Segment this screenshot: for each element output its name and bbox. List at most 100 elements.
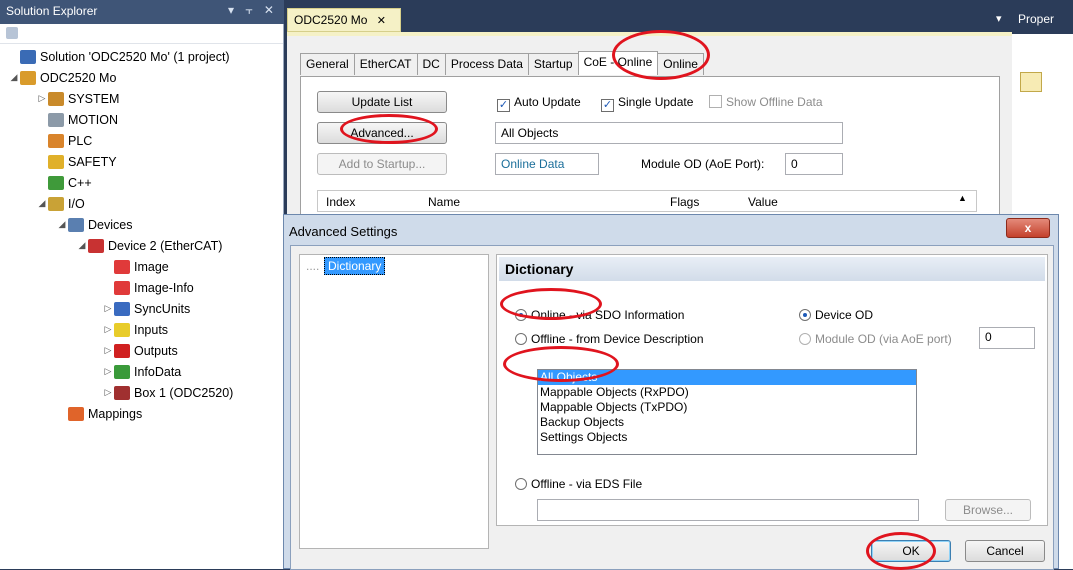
tree-item[interactable]: PLC (36, 130, 92, 151)
expander-icon[interactable]: ▷ (102, 366, 114, 377)
eds-file-field[interactable] (537, 499, 919, 521)
offline-description-radio[interactable]: Offline - from Device Description (515, 332, 704, 346)
dialog-close-button[interactable]: x (1006, 218, 1050, 238)
advanced-settings-dialog: Advanced Settings x .... Dictionary Dict… (283, 214, 1059, 570)
node-icon (114, 385, 130, 400)
expander-icon[interactable]: ▷ (102, 303, 114, 314)
highlight-oval (503, 346, 619, 382)
tree-item[interactable]: Mappings (56, 403, 142, 424)
tree-item[interactable]: ▷ InfoData (102, 361, 181, 382)
auto-update-label: Auto Update (514, 95, 581, 109)
grid-header-flags[interactable]: Flags (670, 195, 699, 209)
show-offline-checkbox[interactable]: Show Offline Data (709, 95, 823, 109)
solution-explorer-header: Solution Explorer ▾ ⫟ ✕ (0, 0, 284, 24)
node-icon (114, 301, 130, 316)
tree-item[interactable]: ▷ SyncUnits (102, 298, 190, 319)
expander-icon[interactable]: ◢ (56, 219, 68, 230)
module-od-field[interactable]: 0 (785, 153, 843, 175)
device-od-radio[interactable]: Device OD (799, 308, 873, 322)
expander-icon[interactable]: ◢ (76, 240, 88, 251)
expander-icon[interactable]: ▷ (102, 324, 114, 335)
highlight-oval (612, 30, 710, 80)
document-tab[interactable]: ODC2520 Mo ✕ (287, 8, 401, 32)
categorized-icon[interactable] (1020, 72, 1042, 92)
tree-line: .... (306, 259, 320, 273)
tab-dc[interactable]: DC (416, 53, 446, 75)
browse-button[interactable]: Browse... (945, 499, 1031, 521)
tree-item-label: SAFETY (68, 154, 117, 169)
tree-item[interactable]: ▷ Outputs (102, 340, 178, 361)
node-icon (48, 112, 64, 127)
dialog-title: Advanced Settings (289, 224, 398, 239)
module-od-label: Module OD (AoE Port): (641, 157, 765, 171)
tab-ethercat[interactable]: EtherCAT (353, 53, 418, 75)
tree-item[interactable]: SAFETY (36, 151, 117, 172)
properties-icon[interactable] (6, 27, 18, 39)
module-od-radio[interactable]: Module OD (via AoE port) (799, 332, 952, 346)
tree-item[interactable]: ◢ ODC2520 Mo (8, 67, 116, 88)
node-icon (114, 364, 130, 379)
tree-item-label: SYSTEM (68, 91, 120, 106)
tree-item-label: Device 2 (EtherCAT) (108, 238, 223, 253)
tree-item[interactable]: C++ (36, 172, 92, 193)
node-icon (114, 343, 130, 358)
expander-icon[interactable]: ▷ (102, 345, 114, 356)
node-icon (68, 217, 84, 232)
radio-icon (515, 478, 527, 490)
tree-item[interactable]: Image (102, 256, 169, 277)
single-update-checkbox[interactable]: ✓ Single Update (601, 95, 693, 112)
tab-startup[interactable]: Startup (527, 53, 579, 75)
module-od-port-field[interactable]: 0 (979, 327, 1035, 349)
expander-icon[interactable]: ◢ (36, 198, 48, 209)
offline-eds-label: Offline - via EDS File (531, 477, 643, 491)
objects-field[interactable]: All Objects (495, 122, 843, 144)
tree-item[interactable]: Solution 'ODC2520 Mo' (1 project) (8, 46, 230, 67)
node-icon (48, 175, 64, 190)
object-list[interactable]: All Objects Mappable Objects (RxPDO) Mappa… (537, 369, 917, 455)
expander-icon[interactable]: ▷ (102, 387, 114, 398)
object-list-item[interactable]: Backup Objects (538, 415, 916, 430)
tree-item-dictionary[interactable]: Dictionary (324, 257, 386, 275)
tree-item[interactable]: ▷ Inputs (102, 319, 168, 340)
tab-process-data[interactable]: Process Data (444, 53, 529, 75)
document-dropdown-icon[interactable]: ▾ (996, 12, 1002, 25)
offline-eds-radio[interactable]: Offline - via EDS File (515, 477, 642, 491)
tree-item[interactable]: ▷ Box 1 (ODC2520) (102, 382, 233, 403)
tab-general[interactable]: General (300, 53, 355, 75)
radio-selected-icon (799, 309, 811, 321)
pane-controls[interactable]: ▾ ⫟ ✕ (228, 3, 278, 18)
grid-header-index[interactable]: Index (326, 195, 355, 209)
single-update-label: Single Update (618, 95, 694, 109)
node-icon (114, 259, 130, 274)
tree-item[interactable]: Image-Info (102, 277, 194, 298)
close-icon[interactable]: ✕ (377, 15, 386, 27)
highlight-oval (340, 114, 438, 144)
cancel-button[interactable]: Cancel (965, 540, 1045, 562)
dictionary-section-title: Dictionary (499, 257, 1045, 281)
grid-header-name[interactable]: Name (428, 195, 460, 209)
node-icon (20, 70, 36, 85)
object-list-item[interactable]: Settings Objects (538, 430, 916, 445)
object-list-item[interactable]: Mappable Objects (RxPDO) (538, 385, 916, 400)
tree-item-label: Image-Info (134, 280, 194, 295)
node-icon (114, 280, 130, 295)
auto-update-checkbox[interactable]: ✓ Auto Update (497, 95, 581, 112)
tree-item[interactable]: ◢ Devices (56, 214, 132, 235)
tree-item[interactable]: ◢ I/O (36, 193, 85, 214)
grid-header-value[interactable]: Value (748, 195, 778, 209)
module-od-radio-label: Module OD (via AoE port) (815, 332, 952, 346)
node-icon (20, 49, 36, 64)
tree-item-label: Outputs (134, 343, 178, 358)
update-list-button[interactable]: Update List (317, 91, 447, 113)
tree-item[interactable]: MOTION (36, 109, 118, 130)
radio-icon (799, 333, 811, 345)
scroll-up-icon[interactable]: ▲ (958, 193, 967, 203)
expander-icon[interactable]: ▷ (36, 93, 48, 104)
add-to-startup-button[interactable]: Add to Startup... (317, 153, 447, 175)
object-list-item[interactable]: Mappable Objects (TxPDO) (538, 400, 916, 415)
tree-item[interactable]: ▷ SYSTEM (36, 88, 119, 109)
node-icon (48, 154, 64, 169)
expander-icon[interactable]: ◢ (8, 72, 20, 83)
online-data-field[interactable]: Online Data (495, 153, 599, 175)
tree-item[interactable]: ◢ Device 2 (EtherCAT) (76, 235, 222, 256)
